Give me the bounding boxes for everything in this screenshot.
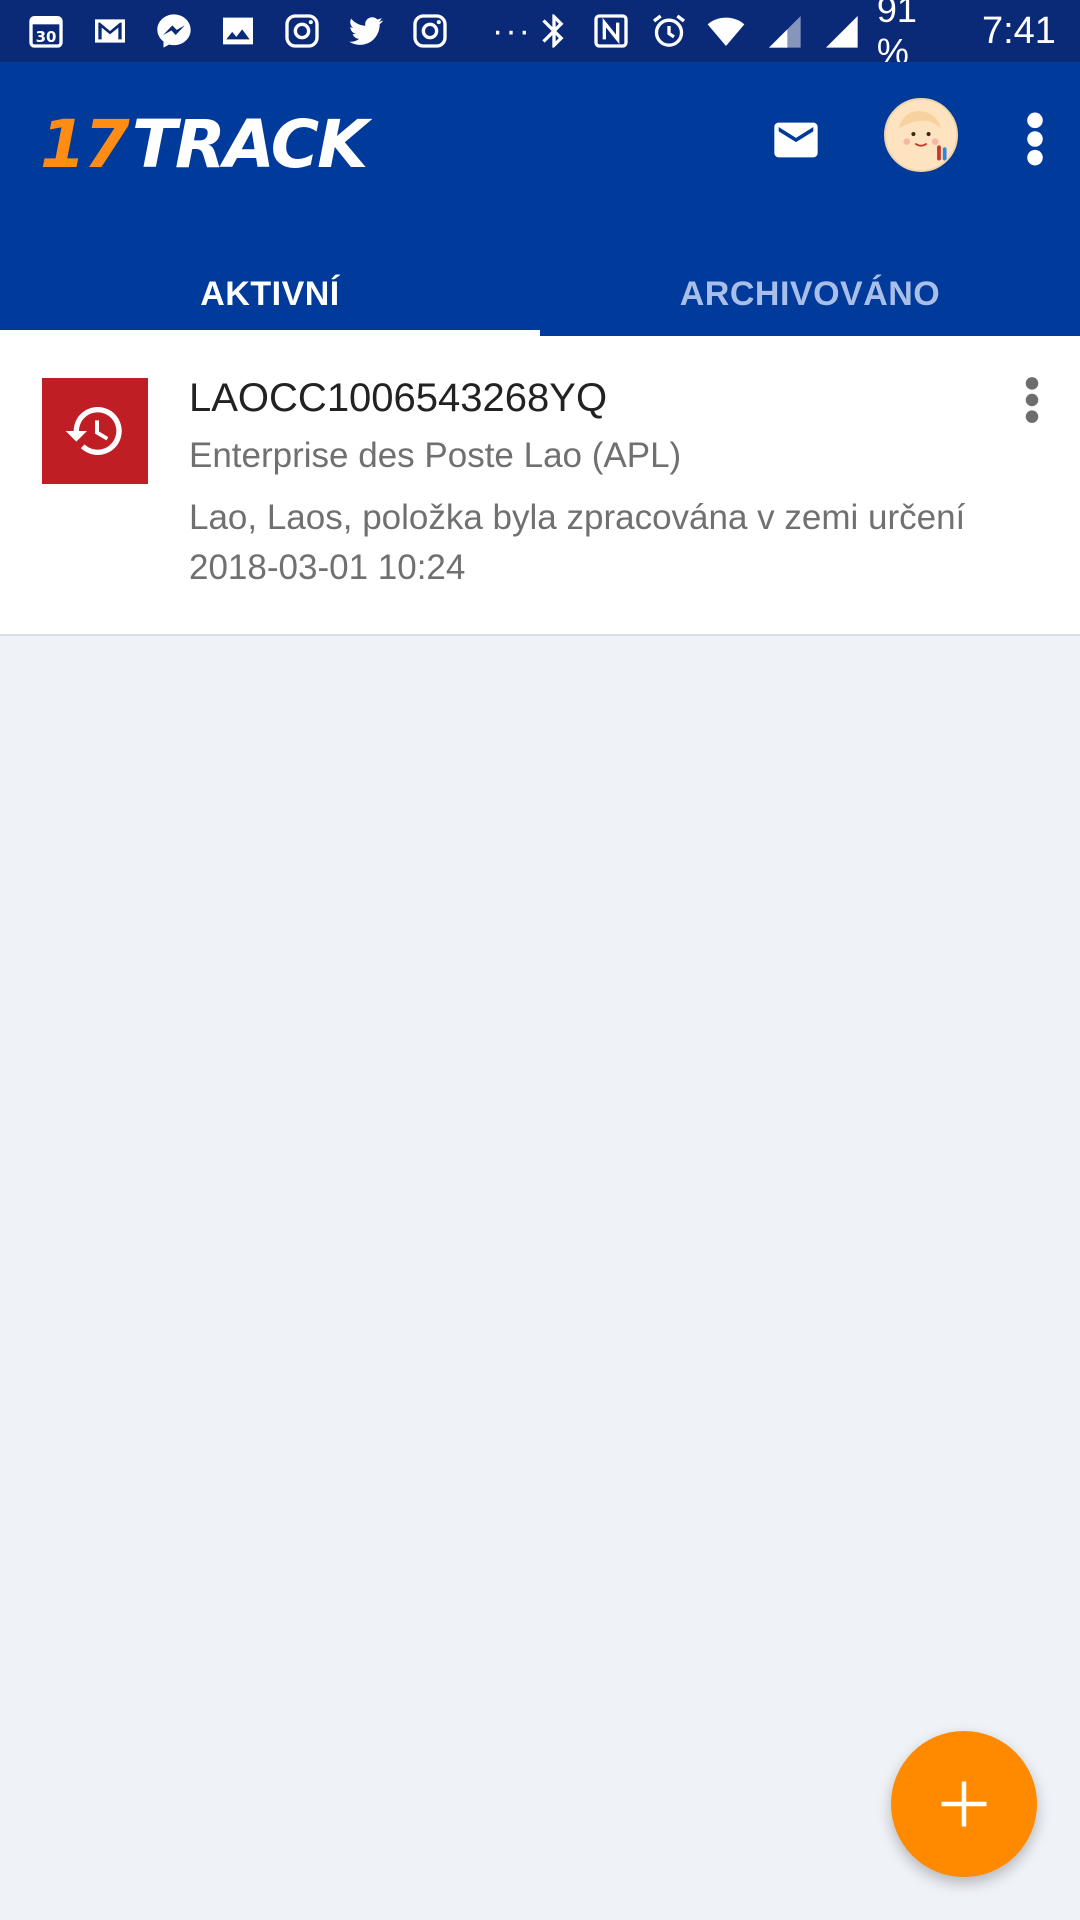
messenger-icon — [152, 9, 196, 53]
tracking-number: LAOCC1006543268YQ — [189, 376, 608, 420]
overflow-menu-button[interactable] — [1010, 106, 1060, 172]
app-bar: 17 TRACK AKTIVNÍ ARCHIVOVÁNO — [0, 62, 1080, 336]
more-vert-icon — [1027, 112, 1043, 166]
nfc-icon — [589, 9, 632, 53]
tab-bar: AKTIVNÍ ARCHIVOVÁNO — [0, 252, 1080, 336]
last-event-time: 2018-03-01 10:24 — [189, 548, 466, 587]
tab-active[interactable]: AKTIVNÍ — [0, 252, 540, 336]
history-icon — [65, 406, 122, 455]
carrier-name: Enterprise des Poste Lao (APL) — [189, 436, 682, 475]
more-notifications-icon: ··· — [492, 12, 532, 50]
clock: 7:41 — [981, 9, 1056, 52]
add-package-button[interactable] — [891, 1731, 1037, 1877]
package-menu-button[interactable] — [1012, 372, 1052, 428]
svg-text:30: 30 — [36, 28, 57, 46]
mail-button[interactable] — [766, 110, 826, 170]
notification-icons: 30 ··· — [24, 9, 532, 53]
gmail-icon — [88, 9, 132, 53]
instagram-icon — [408, 9, 452, 53]
calendar-icon: 30 — [24, 9, 68, 53]
last-event: Lao, Laos, položka byla zpracována v zem… — [189, 498, 966, 537]
wifi-icon — [704, 9, 747, 53]
twitter-icon — [344, 9, 388, 53]
avatar[interactable] — [884, 98, 958, 172]
logo-number: 17 — [40, 105, 130, 183]
plus-icon — [941, 1781, 987, 1827]
mail-icon — [774, 122, 818, 158]
package-list-item[interactable]: LAOCC1006543268YQ Enterprise des Poste L… — [0, 336, 1080, 636]
instagram-icon — [280, 9, 324, 53]
signal-icon — [762, 9, 805, 53]
package-status-tile — [42, 378, 148, 484]
alarm-icon — [647, 9, 690, 53]
signal-icon — [819, 9, 862, 53]
tab-archived[interactable]: ARCHIVOVÁNO — [540, 252, 1080, 336]
app-logo: 17 TRACK — [40, 102, 368, 186]
bluetooth-icon — [532, 9, 575, 53]
more-vert-icon — [1025, 377, 1039, 423]
gallery-icon — [216, 9, 260, 53]
status-bar: 30 ··· 91 % 7:41 — [0, 0, 1080, 72]
logo-text: TRACK — [131, 105, 368, 183]
